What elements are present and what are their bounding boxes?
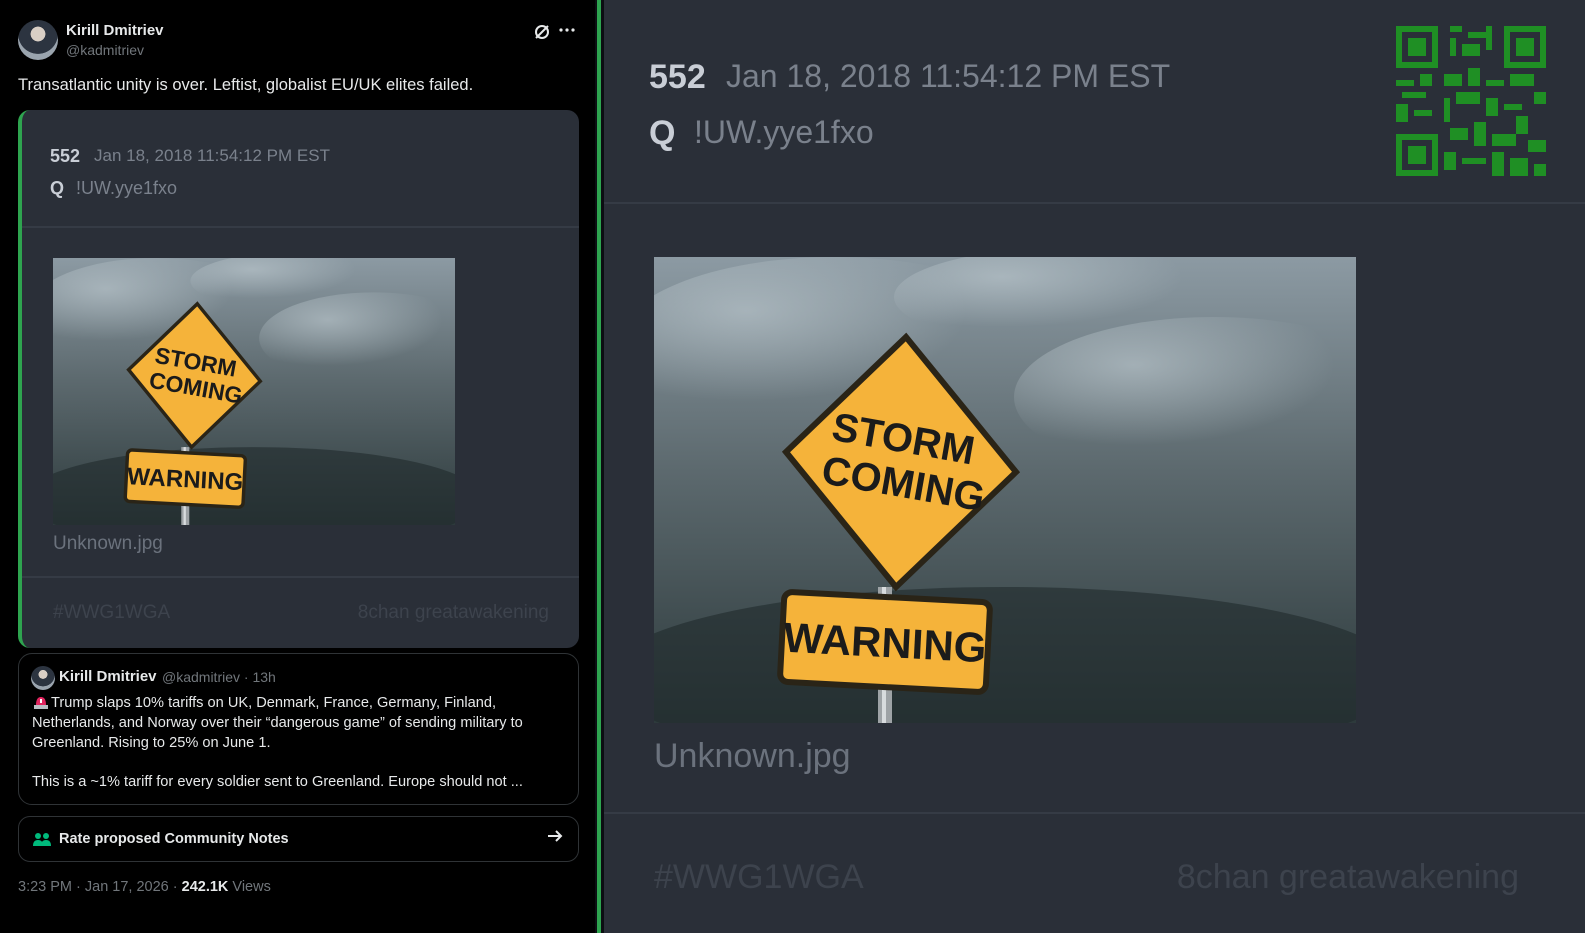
post-date: Jan 18, 2018 11:54:12 PM EST <box>94 146 330 165</box>
quote-author-name: Kirill Dmitriev <box>59 668 157 685</box>
arrow-right-icon <box>546 827 564 851</box>
post-date: Jan 18, 2018 11:54:12 PM EST <box>726 58 1171 94</box>
tweet-text: Transatlantic unity is over. Leftist, gl… <box>18 76 474 94</box>
quoted-tweet[interactable]: Kirill Dmitriev @kadmitriev · 13h Trump … <box>18 653 579 805</box>
file-name[interactable]: Unknown.jpg <box>654 737 851 776</box>
avatar <box>31 666 55 690</box>
file-name: Unknown.jpg <box>53 533 163 554</box>
storm-warning-photo[interactable]: STORM COMING WARNING <box>654 257 1356 723</box>
tweet-card: Kirill Dmitriev @kadmitriev Transatlanti… <box>0 0 595 933</box>
views-count: 242.1K <box>181 879 229 895</box>
community-notes-icon <box>33 831 51 847</box>
quote-text: Trump slaps 10% tariffs on UK, Denmark, … <box>32 695 523 751</box>
tweet-metadata: 3:23 PM · Jan 17, 2026 · 242.1K Views <box>18 879 271 895</box>
enlarged-post: 552 Jan 18, 2018 11:54:12 PM EST Q !UW.y… <box>604 0 1585 933</box>
source-label: 8chan greatawakening <box>1176 858 1519 896</box>
post-number: 552 <box>649 58 706 96</box>
source-label: 8chan greatawakening <box>357 602 549 623</box>
more-icon[interactable] <box>556 20 578 40</box>
screenshot-root: Kirill Dmitriev @kadmitriev Transatlanti… <box>0 0 1585 933</box>
author-name[interactable]: Kirill Dmitriev <box>66 22 164 39</box>
timestamp[interactable]: 3:23 PM · Jan 17, 2026 · <box>18 879 182 895</box>
embedded-post-image[interactable]: 552 Jan 18, 2018 11:54:12 PM EST Q !UW.y… <box>18 110 579 648</box>
post-header: 552 Jan 18, 2018 11:54:12 PM EST Q !UW.y… <box>604 0 1585 204</box>
grok-icon[interactable] <box>532 22 552 42</box>
author-handle[interactable]: @kadmitriev <box>66 42 144 58</box>
hashtag: #WWG1WGA <box>53 602 171 623</box>
storm-warning-photo: STORM COMING WARNING <box>53 258 455 525</box>
tripcode: !UW.yye1fxo <box>694 114 874 150</box>
post-footer: #WWG1WGA 8chan greatawakening <box>604 812 1585 933</box>
tweet-header: Kirill Dmitriev @kadmitriev <box>18 20 578 64</box>
poster-label: Q <box>649 114 676 152</box>
avatar[interactable] <box>18 20 58 60</box>
community-notes-label: Rate proposed Community Notes <box>59 831 289 847</box>
accent-bar <box>597 0 601 933</box>
embed-footer: #WWG1WGA 8chan greatawakening <box>22 576 579 648</box>
hashtag: #WWG1WGA <box>654 858 864 896</box>
post-number: 552 <box>50 146 81 166</box>
embed-header: 552 Jan 18, 2018 11:54:12 PM EST Q !UW.y… <box>22 110 579 228</box>
rate-community-notes-button[interactable]: Rate proposed Community Notes <box>18 816 579 862</box>
quote-text-continued: This is a ~1% tariff for every soldier s… <box>32 774 523 790</box>
tripcode: !UW.yye1fxo <box>76 178 178 198</box>
qr-code-icon <box>1396 26 1546 176</box>
poster-label: Q <box>50 178 65 198</box>
views-label: Views <box>228 879 271 895</box>
quote-author-meta: @kadmitriev · 13h <box>162 669 276 685</box>
